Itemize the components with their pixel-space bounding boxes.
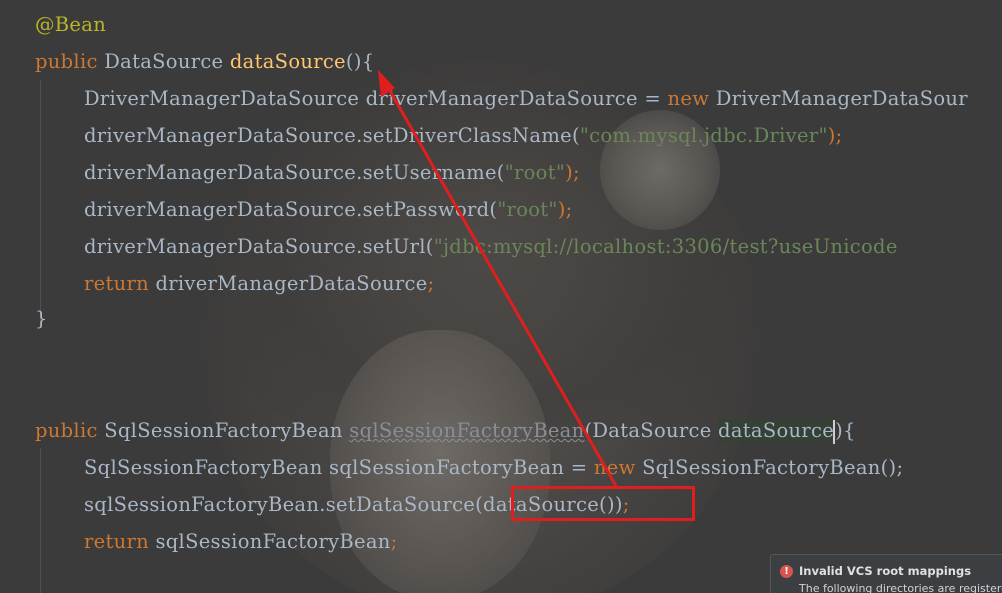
notification-body: The following directories are registered (799, 582, 1002, 593)
code-editor[interactable]: @Bean public DataSource dataSource(){ Dr… (0, 0, 1002, 593)
error-icon: ! (780, 565, 793, 578)
notification-title: Invalid VCS root mappings (799, 564, 972, 578)
annotation-arrow (378, 70, 618, 487)
arrow-shaft (384, 83, 618, 487)
notification-balloon[interactable]: ! Invalid VCS root mappings The followin… (770, 554, 1002, 593)
